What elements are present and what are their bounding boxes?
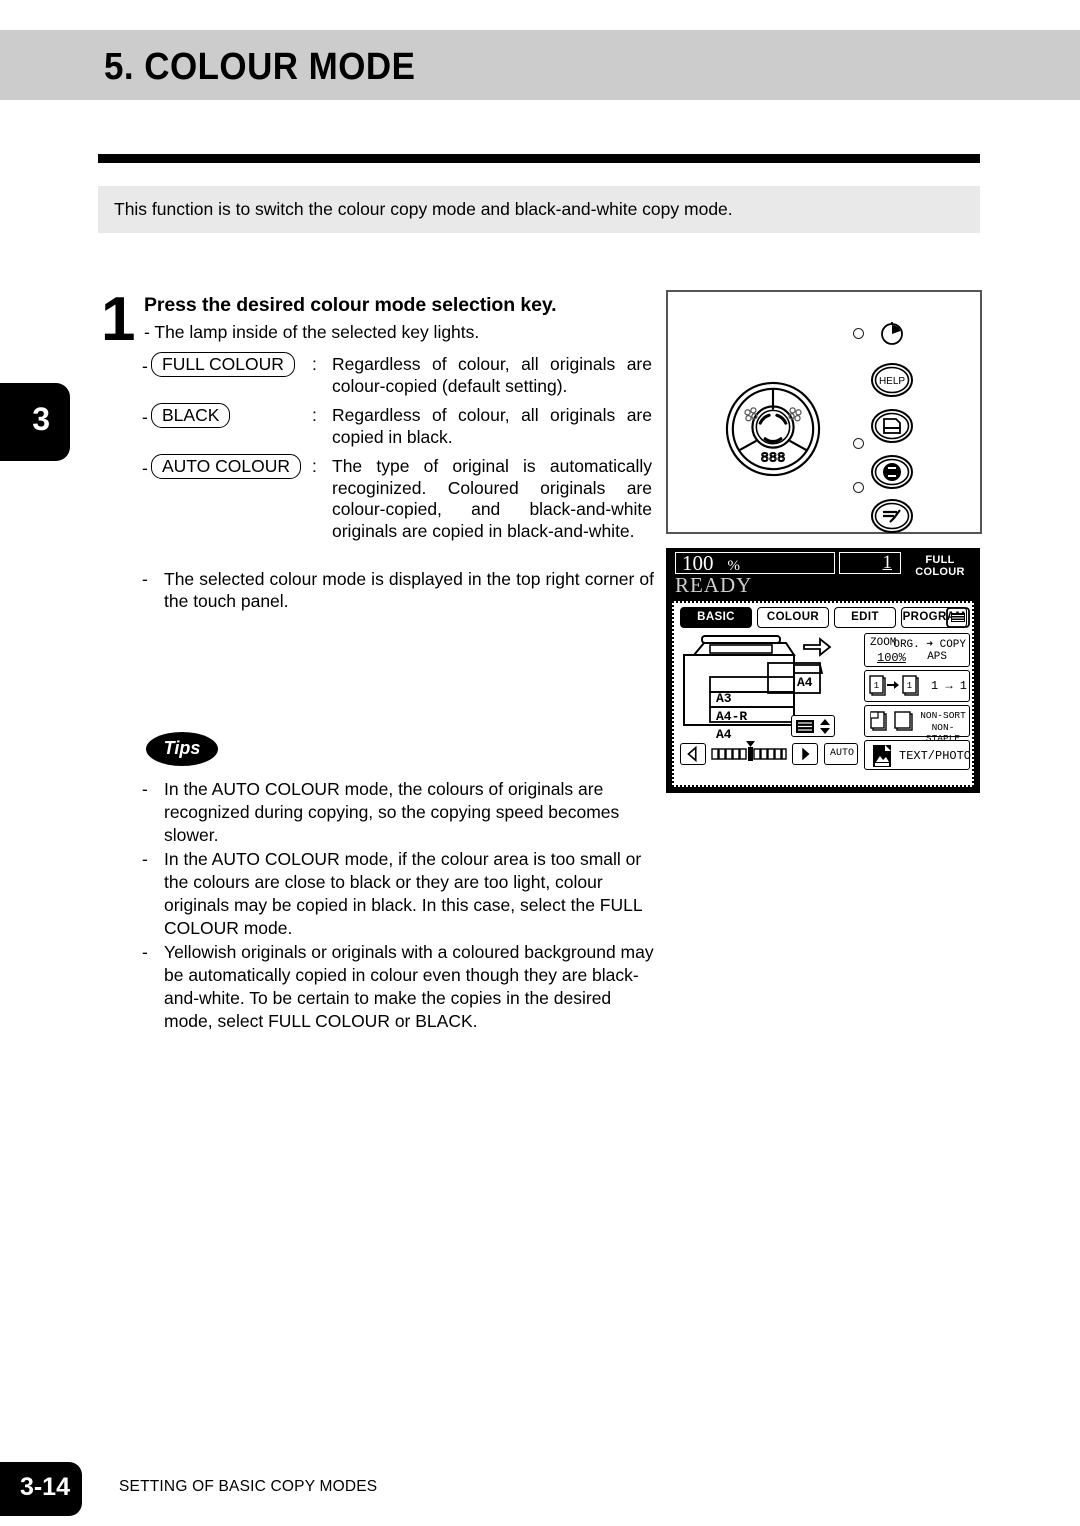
- paper-lines-icon: [796, 720, 814, 733]
- key-desc-auto-colour: The type of original is automatically re…: [332, 456, 652, 541]
- drawer-label-a4[interactable]: A4: [716, 727, 732, 742]
- zoom-aps-cell[interactable]: ZOOM 100% ORG. ➜ COPY APS: [864, 633, 970, 667]
- section-divider-rule: [98, 154, 980, 163]
- zoom-ratio-display: 100%: [675, 552, 835, 574]
- interrupt-button[interactable]: [870, 454, 914, 490]
- print-button[interactable]: [870, 408, 914, 444]
- list-dash: -: [142, 356, 148, 376]
- page-title: 5. COLOUR MODE: [104, 46, 416, 88]
- tip-text: Yellowish originals or originals with a …: [164, 942, 654, 1031]
- drawer-label-a3[interactable]: A3: [716, 691, 732, 706]
- tips-list: - In the AUTO COLOUR mode, the colours o…: [142, 778, 662, 1034]
- lamp-indicator-energy-saver: [853, 482, 864, 493]
- footer-section-title: SETTING OF BASIC COPY MODES: [119, 1478, 378, 1495]
- key-desc-black: Regardless of colour, all originals are …: [332, 405, 652, 447]
- list-dash: -: [142, 407, 148, 427]
- tip-item: - In the AUTO COLOUR mode, if the colour…: [142, 848, 662, 940]
- colour-mode-wheel-icon[interactable]: 888: [724, 380, 822, 478]
- bypass-hand-icon: [803, 637, 832, 657]
- density-slider[interactable]: [710, 741, 788, 767]
- tip-item: - Yellowish originals or originals with …: [142, 941, 662, 1033]
- tab-colour[interactable]: COLOUR: [757, 607, 829, 628]
- colour-mode-status: FULL COLOUR: [915, 554, 965, 578]
- step-title: Press the desired colour mode selection …: [144, 294, 557, 316]
- control-panel-illustration: 888 HELP: [666, 290, 982, 534]
- original-mode-label: TEXT/PHOTO: [899, 749, 972, 763]
- duplex-label: 1 → 1: [931, 679, 968, 693]
- colon: :: [312, 354, 317, 374]
- one-to-one-sided-icon: 1 1: [869, 675, 919, 696]
- tip-item: - In the AUTO COLOUR mode, the colours o…: [142, 778, 662, 847]
- footer-page-tab: 3-14: [0, 1462, 82, 1516]
- left-triangle-icon: [687, 745, 697, 763]
- zoom-ratio-value: 100: [682, 551, 714, 575]
- lamp-indicator-timer: [853, 328, 864, 339]
- bypass-label-a4[interactable]: A4: [797, 675, 813, 690]
- footer-page-number: 3-14: [19, 1473, 70, 1501]
- touch-panel: 100% 1 FULL COLOUR READY BASIC COLOUR ED…: [666, 548, 980, 793]
- energy-saver-button[interactable]: [870, 498, 914, 534]
- non-sort-icon: [870, 711, 913, 731]
- text-photo-icon: [873, 745, 891, 767]
- step-sub-note: - The lamp inside of the selected key li…: [144, 322, 480, 342]
- density-increase-button[interactable]: [792, 743, 818, 765]
- tip-text: In the AUTO COLOUR mode, if the colour a…: [164, 849, 642, 938]
- tab-edit[interactable]: EDIT: [834, 607, 896, 628]
- key-label-full-colour: FULL COLOUR: [151, 352, 295, 377]
- svg-text:1: 1: [874, 681, 879, 691]
- settings-list-icon[interactable]: [946, 607, 970, 628]
- zoom-ratio-unit: %: [727, 558, 741, 574]
- org-copy-label: ORG. ➜ COPY: [893, 639, 966, 651]
- right-triangle-icon: [802, 747, 810, 761]
- key-label-auto-colour: AUTO COLOUR: [151, 454, 302, 479]
- key-label-black: BLACK: [151, 403, 231, 428]
- paper-type-button[interactable]: [791, 715, 835, 737]
- copy-count-display: 1: [839, 552, 901, 574]
- svg-text:888: 888: [761, 451, 786, 466]
- list-dash: -: [142, 458, 148, 478]
- aps-label: APS: [927, 651, 947, 663]
- tip-text: In the AUTO COLOUR mode, the colours of …: [164, 779, 620, 845]
- intro-text: This function is to switch the colour co…: [114, 199, 733, 219]
- density-decrease-button[interactable]: [680, 743, 706, 765]
- up-down-arrow-icon: [820, 719, 830, 734]
- drawer-label-a4r[interactable]: A4-R: [716, 709, 747, 724]
- colon: :: [312, 405, 317, 425]
- timer-icon: [881, 322, 903, 345]
- key-desc-full-colour: Regardless of colour, all originals are …: [332, 354, 652, 396]
- step-number: 1: [101, 285, 136, 354]
- svg-text:HELP: HELP: [879, 376, 905, 387]
- touch-panel-note-text: The selected colour mode is displayed in…: [164, 569, 654, 611]
- finisher-label-1: NON-SORT: [920, 710, 966, 721]
- auto-density-label: AUTO: [829, 748, 854, 759]
- chapter-tab-number: 3: [32, 401, 50, 437]
- tips-badge-label: Tips: [163, 738, 201, 758]
- svg-text:1: 1: [907, 681, 912, 691]
- tips-badge: Tips: [146, 732, 218, 766]
- auto-density-button[interactable]: AUTO: [824, 743, 858, 765]
- list-dash: -: [142, 942, 148, 962]
- help-button[interactable]: HELP: [870, 362, 914, 398]
- list-dash: -: [142, 849, 148, 869]
- original-mode-cell[interactable]: TEXT/PHOTO: [864, 740, 972, 770]
- chapter-tab: 3: [0, 383, 70, 461]
- touch-panel-note: - The selected colour mode is displayed …: [142, 569, 654, 612]
- duplex-cell[interactable]: 1 1 1 → 1: [864, 670, 970, 702]
- touch-panel-body: BASIC COLOUR EDIT PROGRAM A3 A4-R A4 A4 …: [672, 601, 974, 787]
- zoom-cell-value: 100%: [877, 651, 906, 665]
- status-message: READY: [675, 573, 753, 597]
- copy-count-value: 1: [882, 552, 893, 573]
- list-dash: -: [142, 569, 148, 589]
- finisher-cell[interactable]: NON-SORT NON-STAPLE: [864, 705, 970, 744]
- tab-basic[interactable]: BASIC: [680, 607, 752, 628]
- list-dash: -: [142, 779, 148, 799]
- lamp-indicator-interrupt: [853, 438, 864, 449]
- colon: :: [312, 456, 317, 476]
